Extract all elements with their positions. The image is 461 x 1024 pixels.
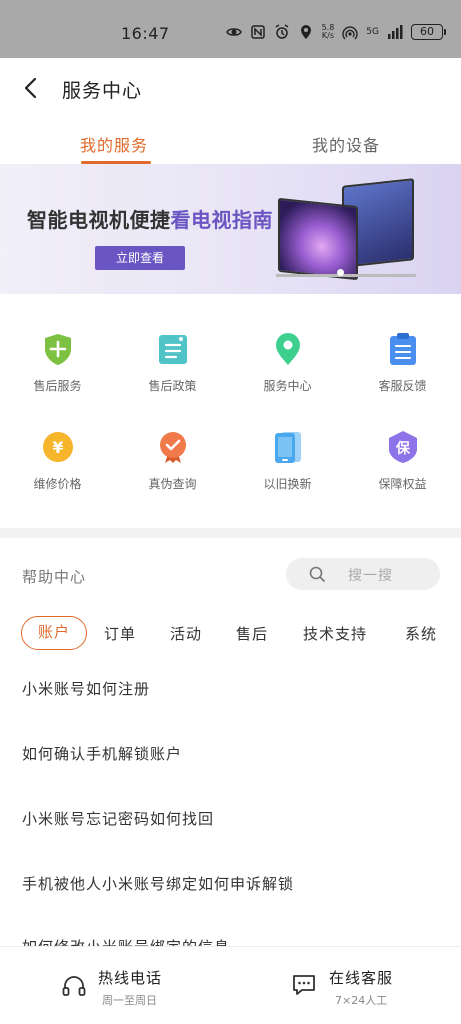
headset-icon [62,976,86,996]
svg-text:保: 保 [395,440,411,457]
alarm-icon [275,24,288,39]
service-guarantee-rights[interactable]: 保 保障权益 [345,418,460,508]
online-service-label: 在线客服 [329,969,394,987]
network-type: 5G [366,27,379,37]
hotspot-icon [342,26,358,40]
service-after-sales[interactable]: 售后服务 [0,320,115,410]
category-activities[interactable]: 活动 [170,623,202,644]
category-account[interactable]: 账户 [21,616,87,650]
search-input[interactable]: 搜一搜 [286,558,440,590]
status-icons: 5.8 K/s 5G 60 [225,22,446,42]
service-after-sales-policy[interactable]: 售后政策 [115,320,230,410]
service-authenticity-check[interactable]: 真伪查询 [115,418,230,508]
network-speed: 5.8 K/s [321,23,335,40]
carousel-indicator [337,269,344,276]
view-now-button[interactable]: 立即查看 [95,246,185,270]
category-tabs: 账户 订单 活动 售后 技术支持 系统 [0,614,461,654]
battery-indicator: 60 [411,24,446,40]
category-system[interactable]: 系统 [405,623,437,644]
online-service-hours: 7×24人工 [335,994,388,1007]
bottom-contact-bar: 热线电话 周一至周日 在线客服 7×24人工 [0,946,461,1024]
service-grid: 售后服务 售后政策 服务中心 客服反馈 ¥ 维修价格 真伪查询 以旧换新 保 保… [0,320,461,520]
page-title: 服务中心 [62,80,143,102]
tab-my-services[interactable]: 我的服务 [80,132,148,156]
signal-icon [388,25,403,39]
category-tech-support[interactable]: 技术支持 [303,623,367,644]
location-pin-icon [276,333,300,365]
shield-plus-icon [45,334,71,365]
banner-title: 智能电视机便捷看电视指南 [27,208,273,232]
search-icon [309,566,325,582]
search-placeholder: 搜一搜 [348,568,393,584]
clipboard-icon [390,333,416,365]
status-bar: 16:47 5.8 K/s 5G 60 [0,0,461,58]
faq-item[interactable]: 如何确认手机解锁账户 [22,743,182,764]
faq-item[interactable]: 小米账号如何注册 [22,678,150,699]
service-center[interactable]: 服务中心 [230,320,345,410]
certified-badge-icon [160,432,186,463]
faq-item[interactable]: 小米账号忘记密码如何找回 [22,808,214,829]
back-arrow-icon[interactable] [18,75,44,101]
service-repair-price[interactable]: ¥ 维修价格 [0,418,115,508]
hotline-button[interactable]: 热线电话 周一至周日 [0,947,230,1024]
section-divider [0,528,461,538]
status-time: 16:47 [121,24,170,43]
hotline-hours: 周一至周日 [102,994,157,1007]
svg-text:¥: ¥ [52,438,63,457]
tab-bar: 我的服务 我的设备 [0,118,461,166]
eye-icon [225,28,242,36]
nfc-icon [250,25,265,39]
chat-bubble-icon [293,975,315,995]
yuan-coin-icon: ¥ [43,432,73,462]
location-icon [300,25,311,39]
tablet-icon [275,432,301,463]
help-center-title: 帮助中心 [22,568,87,586]
guarantee-badge-icon: 保 [389,431,417,463]
online-service-button[interactable]: 在线客服 7×24人工 [231,947,461,1024]
service-feedback[interactable]: 客服反馈 [345,320,460,410]
tab-my-devices[interactable]: 我的设备 [312,132,380,156]
service-trade-in[interactable]: 以旧换新 [230,418,345,508]
document-icon [159,335,187,364]
category-after-sales[interactable]: 售后 [236,623,268,644]
header: 服务中心 [0,58,461,118]
faq-item[interactable]: 手机被他人小米账号绑定如何申诉解锁 [22,873,294,894]
promo-banner[interactable]: 智能电视机便捷看电视指南 立即查看 [0,164,461,294]
hotline-label: 热线电话 [98,969,163,987]
category-orders[interactable]: 订单 [104,623,136,644]
